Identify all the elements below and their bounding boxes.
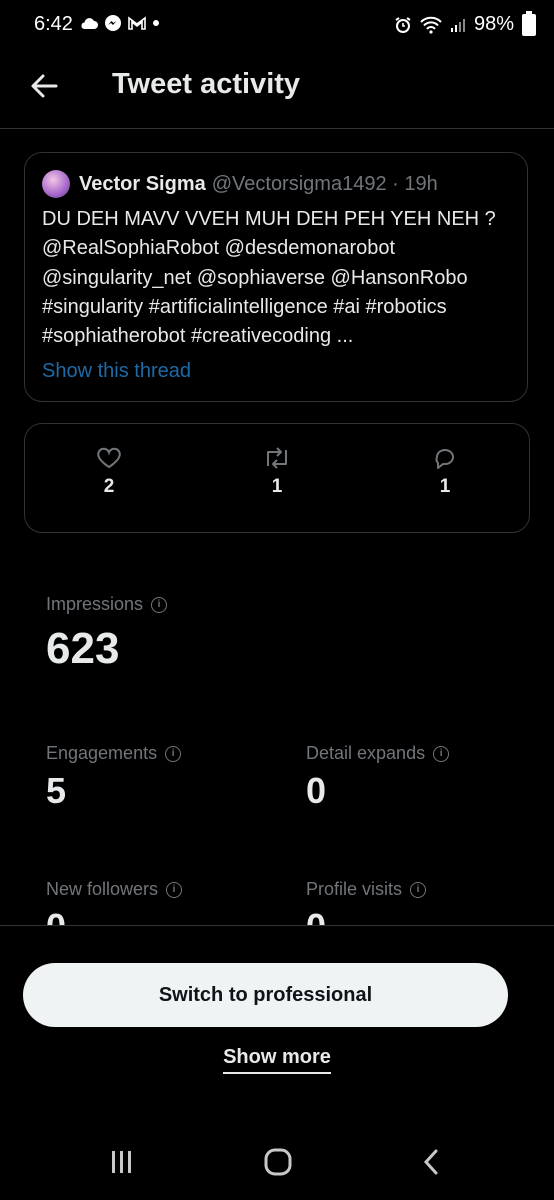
notification-dot-icon (153, 20, 159, 26)
battery-percent: 98% (473, 13, 514, 35)
tweet-text-line: @RealSophiaRobot @desdemonarobot (42, 237, 396, 259)
tweet-text-line: #singularity #artificialintelligence #ai… (42, 296, 447, 318)
reply-stat[interactable]: 1 (415, 446, 475, 498)
heart-icon (97, 447, 121, 469)
engagement-stats-card: 2 1 1 (24, 423, 530, 533)
switch-to-professional-button[interactable]: Switch to professional (23, 963, 508, 1027)
bottom-action-sheet: Switch to professional Show more (0, 925, 554, 1126)
system-nav-bar (0, 1125, 554, 1200)
battery-icon (522, 10, 536, 36)
alarm-icon (395, 16, 411, 33)
engagements-value: 5 (46, 770, 67, 811)
messenger-icon (105, 15, 121, 31)
retweet-icon (267, 447, 287, 469)
reply-count: 1 (439, 476, 451, 497)
show-thread-link[interactable]: Show this thread (42, 360, 191, 383)
tweet-card[interactable]: Vector Sigma @Vectorsigma1492 · 19h DU DE… (24, 152, 528, 402)
page-title: Tweet activity (112, 68, 301, 100)
home-button[interactable] (258, 1147, 298, 1177)
recent-apps-icon (112, 1151, 131, 1173)
tweet-text-line: #sophiatherobot #creativecoding ... (42, 325, 354, 347)
info-icon[interactable]: i (151, 596, 168, 613)
engagements-label: Engagements i (46, 743, 182, 764)
impressions-value: 623 (46, 624, 120, 673)
home-icon (264, 1148, 292, 1176)
cloud-icon (81, 18, 98, 29)
chevron-left-icon (423, 1149, 438, 1175)
impressions-label: Impressions i (46, 594, 168, 615)
info-icon[interactable]: i (433, 745, 450, 762)
back-nav-button[interactable] (412, 1147, 452, 1177)
app-header: Tweet activity (0, 52, 554, 129)
tweet-text-line: @singularity_net @sophiaverse @HansonRob… (42, 267, 468, 289)
detail-expands-label: Detail expands i (306, 743, 450, 764)
info-icon[interactable]: i (166, 881, 183, 898)
like-count: 2 (103, 476, 115, 497)
show-more-link[interactable]: Show more (223, 1046, 331, 1074)
info-icon[interactable]: i (410, 881, 427, 898)
retweet-stat[interactable]: 1 (247, 446, 307, 498)
gmail-icon (128, 16, 146, 30)
info-icon[interactable]: i (165, 745, 182, 762)
detail-expands-value: 0 (306, 770, 327, 811)
new-followers-label: New followers i (46, 879, 183, 900)
author-handle-time: @Vectorsigma1492 · 19h (211, 173, 438, 195)
like-stat[interactable]: 2 (79, 446, 139, 498)
signal-icon (450, 18, 465, 32)
wifi-icon (420, 16, 442, 34)
recent-apps-button[interactable] (102, 1147, 142, 1177)
status-time: 6:42 (34, 13, 73, 35)
profile-visits-label: Profile visits i (306, 879, 427, 900)
tweet-text-line: DU DEH MAVV VVEH MUH DEH PEH YEH NEH ? (42, 208, 496, 230)
retweet-count: 1 (271, 476, 283, 497)
arrow-left-icon (31, 74, 58, 98)
back-button[interactable] (26, 68, 62, 104)
author-name: Vector Sigma (79, 173, 206, 195)
status-bar: 6:42 98% (0, 0, 554, 52)
reply-icon (435, 449, 454, 469)
avatar (42, 170, 70, 198)
